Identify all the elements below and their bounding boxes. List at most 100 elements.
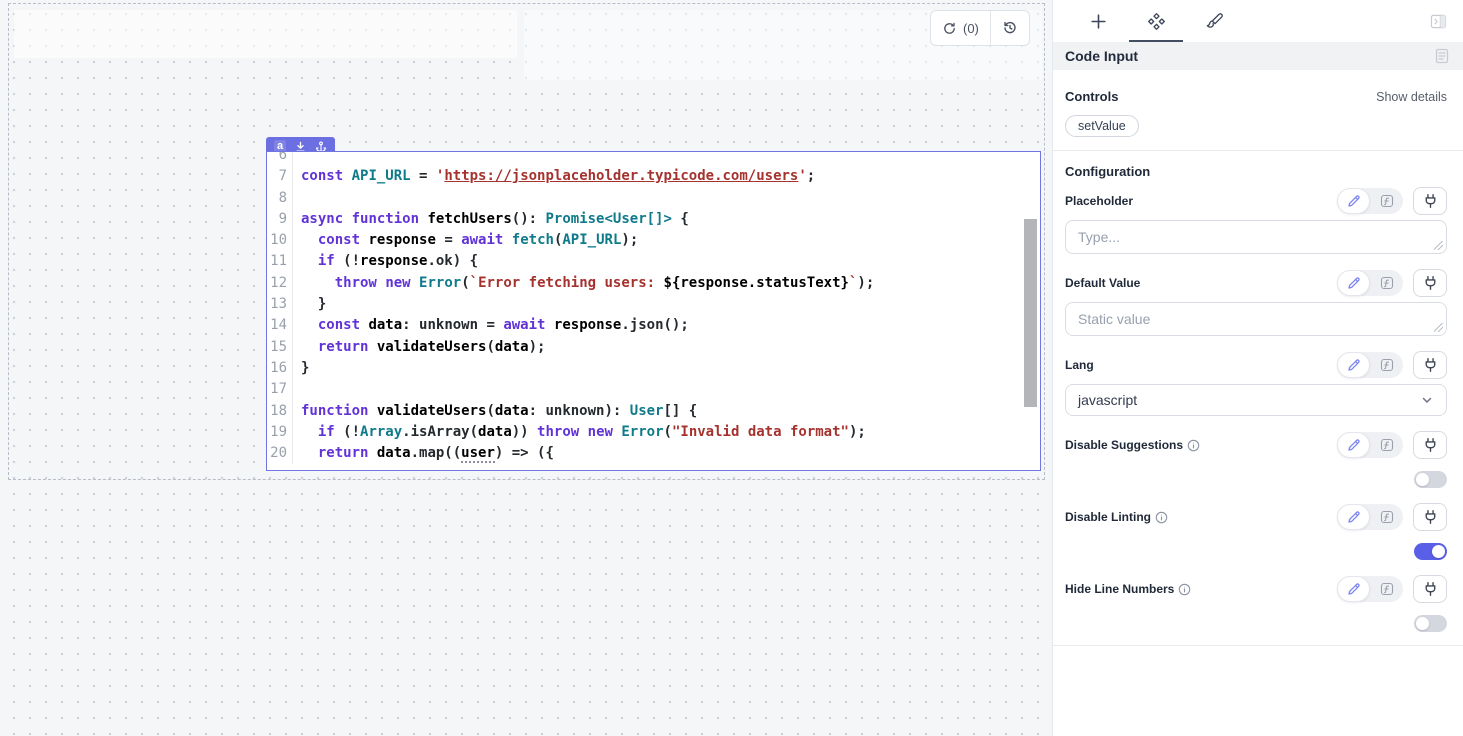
show-details-link[interactable]: Show details — [1376, 90, 1447, 104]
line-number: 15 — [267, 337, 293, 358]
code-text: const data: unknown = await response.jso… — [301, 315, 689, 336]
property-disable-suggestions: Disable Suggestions — [1065, 431, 1447, 488]
code-text: if (!Array.isArray(data)) throw new Erro… — [301, 422, 866, 443]
property-label: Placeholder — [1065, 194, 1337, 208]
fx-icon[interactable] — [1370, 576, 1403, 602]
widgets-icon — [1147, 12, 1166, 31]
pencil-icon[interactable] — [1337, 188, 1370, 214]
code-line[interactable]: 19 if (!Array.isArray(data)) throw new E… — [267, 422, 1040, 443]
property-label: Disable Suggestions — [1065, 438, 1337, 452]
info-icon[interactable] — [1178, 583, 1191, 596]
code-text: } — [301, 294, 326, 315]
code-text: const response = await fetch(API_URL); — [301, 230, 638, 251]
panel-tabbar — [1053, 0, 1463, 42]
collapse-panel-icon — [1430, 14, 1447, 29]
code-line[interactable]: 13 } — [267, 294, 1040, 315]
property-label: Hide Line Numbers — [1065, 582, 1337, 596]
property-default-value: Default ValueStatic value — [1065, 269, 1447, 336]
pencil-icon[interactable] — [1337, 432, 1370, 458]
controls-section-title: Controls — [1065, 89, 1376, 104]
code-line[interactable]: 9async function fetchUsers(): Promise<Us… — [267, 209, 1040, 230]
property-placeholder: Placeholder Type... — [1065, 187, 1447, 254]
resize-grip-icon[interactable] — [1434, 241, 1443, 250]
value-mode-segmented-control — [1337, 504, 1403, 530]
code-text: function validateUsers(data: unknown): U… — [301, 401, 697, 422]
disable-suggestions-toggle[interactable] — [1414, 471, 1447, 488]
code-line[interactable]: 17 — [267, 379, 1040, 400]
pencil-icon[interactable] — [1337, 504, 1370, 530]
value-mode-segmented-control — [1337, 352, 1403, 378]
line-number: 20 — [267, 443, 293, 464]
code-line[interactable]: 12 throw new Error(`Error fetching users… — [267, 273, 1040, 294]
fx-icon[interactable] — [1370, 188, 1403, 214]
code-line[interactable]: 15 return validateUsers(data); — [267, 337, 1040, 358]
plug-icon[interactable] — [1413, 351, 1447, 379]
code-text: return validateUsers(data); — [301, 337, 545, 358]
pencil-icon[interactable] — [1337, 352, 1370, 378]
history-button[interactable] — [990, 11, 1029, 45]
section-divider — [1053, 645, 1463, 646]
property-panel: Code Input Controls Show details setValu… — [1053, 0, 1463, 736]
placeholder-input[interactable]: Type... — [1065, 220, 1447, 254]
configuration-section-title: Configuration — [1065, 164, 1447, 179]
code-line[interactable]: 18function validateUsers(data: unknown):… — [267, 401, 1040, 422]
line-number: 11 — [267, 251, 293, 272]
code-input-widget[interactable]: 67const API_URL = 'https://jsonplacehold… — [266, 151, 1041, 471]
history-icon — [1002, 20, 1018, 36]
code-line[interactable]: 11 if (!response.ok) { — [267, 251, 1040, 272]
fx-icon[interactable] — [1370, 352, 1403, 378]
info-icon[interactable] — [1155, 511, 1168, 524]
property-label: Disable Linting — [1065, 510, 1337, 524]
line-number: 19 — [267, 422, 293, 443]
refresh-button[interactable]: (0) — [931, 11, 990, 45]
code-line[interactable]: 14 const data: unknown = await response.… — [267, 315, 1040, 336]
code-line[interactable]: 16} — [267, 358, 1040, 379]
configuration-properties: Placeholder Type... Default ValueStatic va… — [1065, 187, 1447, 632]
code-line[interactable]: 7const API_URL = 'https://jsonplaceholde… — [267, 166, 1040, 187]
fx-icon[interactable] — [1370, 432, 1403, 458]
control-methods: setValue — [1065, 115, 1447, 137]
collapse-panel-button[interactable] — [1430, 14, 1447, 29]
code-content: 67const API_URL = 'https://jsonplacehold… — [267, 152, 1040, 464]
method-pill-setvalue[interactable]: setValue — [1065, 115, 1139, 137]
value-mode-segmented-control — [1337, 270, 1403, 296]
plug-icon[interactable] — [1413, 187, 1447, 215]
plus-icon — [1089, 12, 1108, 31]
line-number: 7 — [267, 166, 293, 187]
fx-icon[interactable] — [1370, 270, 1403, 296]
code-line[interactable]: 6 — [267, 152, 1040, 166]
fx-icon[interactable] — [1370, 504, 1403, 530]
pencil-icon[interactable] — [1337, 576, 1370, 602]
info-icon[interactable] — [1187, 439, 1200, 452]
disable-linting-toggle[interactable] — [1414, 543, 1447, 560]
code-editor[interactable]: 67const API_URL = 'https://jsonplacehold… — [267, 152, 1040, 470]
tab-style[interactable] — [1185, 0, 1243, 42]
tab-add-widget[interactable] — [1069, 0, 1127, 42]
code-editor-scrollbar[interactable] — [1024, 219, 1037, 407]
refresh-icon — [942, 21, 957, 36]
plug-icon[interactable] — [1413, 503, 1447, 531]
widget-name-header[interactable]: Code Input — [1053, 42, 1463, 70]
line-number: 9 — [267, 209, 293, 230]
default-value-input[interactable]: Static value — [1065, 302, 1447, 336]
code-text: throw new Error(`Error fetching users: $… — [301, 273, 874, 294]
notes-icon[interactable] — [1435, 48, 1449, 64]
tab-widget-properties[interactable] — [1127, 0, 1185, 42]
plug-icon[interactable] — [1413, 269, 1447, 297]
code-line[interactable]: 8 — [267, 188, 1040, 209]
value-mode-segmented-control — [1337, 188, 1403, 214]
resize-grip-icon[interactable] — [1434, 323, 1443, 332]
property-disable-linting: Disable Linting — [1065, 503, 1447, 560]
lang-select[interactable]: javascript — [1065, 384, 1447, 416]
refresh-count: (0) — [963, 21, 979, 36]
code-line[interactable]: 10 const response = await fetch(API_URL)… — [267, 230, 1040, 251]
line-number: 10 — [267, 230, 293, 251]
plug-icon[interactable] — [1413, 431, 1447, 459]
code-text: } — [301, 358, 309, 379]
canvas[interactable]: (0) a 67const API_URL = 'https://jsonpla… — [0, 0, 1053, 736]
code-line[interactable]: 20 return data.map((user) => ({ — [267, 443, 1040, 464]
plug-icon[interactable] — [1413, 575, 1447, 603]
line-number: 12 — [267, 273, 293, 294]
hide-line-numbers-toggle[interactable] — [1414, 615, 1447, 632]
pencil-icon[interactable] — [1337, 270, 1370, 296]
